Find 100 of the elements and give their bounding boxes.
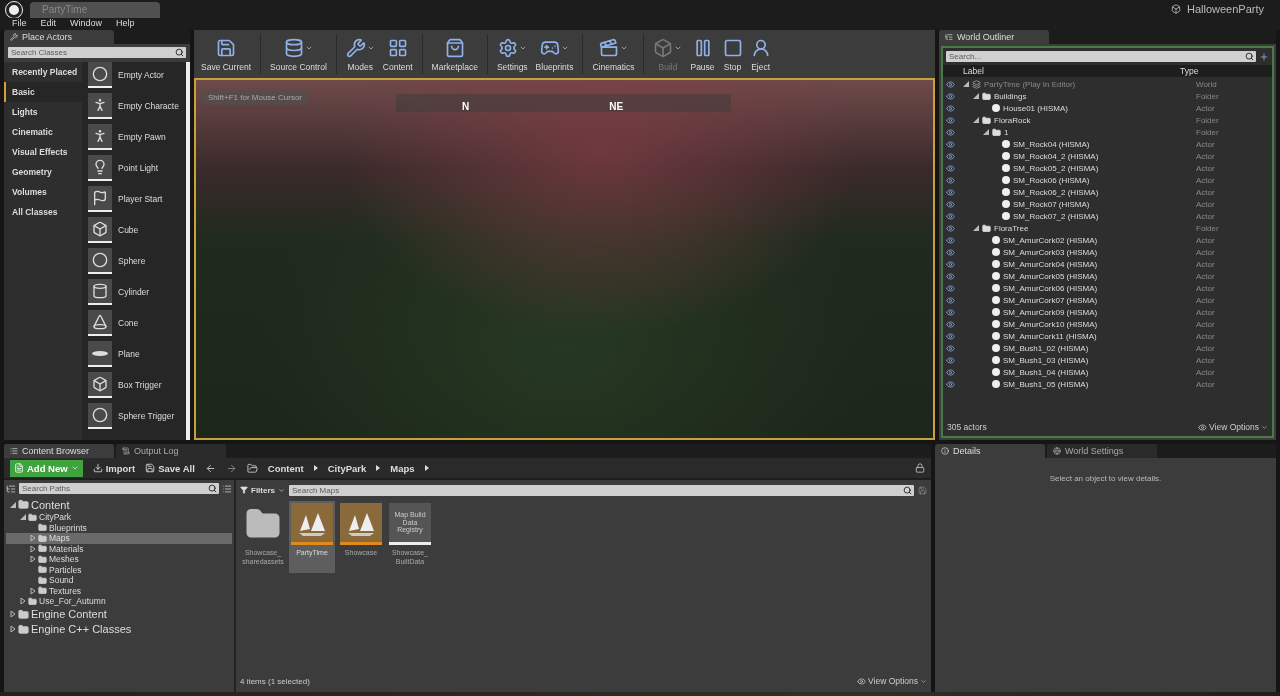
expand-arrow-icon[interactable]	[973, 117, 979, 123]
panel-tab[interactable]: World Outliner	[939, 30, 1049, 44]
import-button[interactable]: Import	[92, 462, 136, 474]
expand-arrow-icon[interactable]	[30, 587, 36, 594]
actor-label[interactable]: Empty Actor	[118, 70, 164, 80]
eye-icon[interactable]	[946, 247, 955, 257]
back-icon[interactable]	[204, 462, 216, 474]
outliner-label[interactable]: SM_Rock04_2 (HISMA)	[1013, 151, 1099, 161]
search-field[interactable]: Search Maps	[289, 484, 914, 496]
outliner-label[interactable]: FloraTree	[994, 223, 1029, 233]
expand-arrow-icon[interactable]	[963, 81, 969, 87]
expand-arrow-icon[interactable]	[983, 129, 989, 135]
eye-icon[interactable]	[946, 307, 955, 317]
path-row[interactable]: Content	[6, 497, 232, 512]
lock-icon[interactable]	[915, 463, 925, 473]
category-tab[interactable]: Basic	[4, 82, 82, 102]
eye-icon[interactable]	[946, 379, 955, 389]
eye-icon[interactable]	[946, 367, 955, 377]
eye-icon[interactable]	[946, 211, 955, 221]
view-options-button[interactable]: View Options	[1198, 422, 1268, 432]
toolbar-button[interactable]: Blueprints	[532, 34, 577, 74]
expand-arrow-icon[interactable]	[20, 514, 26, 521]
eye-icon[interactable]	[946, 319, 955, 329]
category-tab[interactable]: Cinematic	[4, 122, 82, 142]
actor-label[interactable]: Player Start	[118, 194, 163, 204]
actor-thumbnail[interactable]	[88, 155, 112, 181]
outliner-label[interactable]: SM_Rock07 (HISMA)	[1013, 199, 1090, 209]
column-header[interactable]: Label	[963, 66, 984, 76]
toolbar-button[interactable]: Modes	[342, 34, 378, 74]
toolbar-button[interactable]: Settings	[493, 34, 531, 74]
path-row[interactable]: Use_For_Autumn	[6, 596, 232, 607]
expand-arrow-icon[interactable]	[973, 225, 979, 231]
outliner-label[interactable]: House01 (HISMA)	[1003, 103, 1068, 113]
outliner-label[interactable]: SM_AmurCork02 (HISMA)	[1003, 235, 1098, 245]
expand-arrow-icon[interactable]	[10, 501, 16, 508]
toolbar-button[interactable]: Stop	[719, 34, 746, 74]
outliner-label[interactable]: SM_Bush1_03 (HISMA)	[1003, 355, 1089, 365]
path-row[interactable]: Engine Content	[6, 606, 232, 622]
toolbar-button[interactable]: Pause	[687, 34, 718, 74]
outliner-label[interactable]: SM_Bush1_02 (HISMA)	[1003, 343, 1089, 353]
category-tab[interactable]: Visual Effects	[4, 142, 82, 162]
path-row[interactable]: Meshes	[6, 554, 232, 565]
view-options-button[interactable]: View Options	[857, 676, 927, 686]
expand-arrow-icon[interactable]	[30, 556, 36, 563]
panel-tab[interactable]: Output Log	[116, 444, 226, 458]
panel-tab[interactable]: World Settings	[1047, 444, 1157, 458]
eye-icon[interactable]	[946, 259, 955, 269]
eye-icon[interactable]	[946, 271, 955, 281]
column-header[interactable]: Type	[1180, 66, 1256, 76]
menu-item[interactable]: Help	[116, 18, 135, 30]
breadcrumb-link[interactable]: Content	[267, 462, 304, 474]
eye-icon[interactable]	[946, 127, 955, 137]
actor-label[interactable]: Empty Pawn	[118, 132, 166, 142]
outliner-label[interactable]: SM_AmurCork10 (HISMA)	[1003, 319, 1098, 329]
eye-icon[interactable]	[946, 283, 955, 293]
search-field[interactable]: Search Paths	[19, 483, 219, 494]
eye-icon[interactable]	[946, 343, 955, 353]
panel-tab[interactable]: Place Actors	[4, 30, 114, 44]
path-row[interactable]: Materials	[6, 543, 232, 554]
eye-icon[interactable]	[946, 223, 955, 233]
outliner-label[interactable]: Buildings	[994, 91, 1027, 101]
toolbar-button[interactable]: Save Current	[198, 34, 255, 74]
eye-icon[interactable]	[946, 355, 955, 365]
panel-tab[interactable]: Details	[935, 444, 1045, 458]
breadcrumb-link[interactable]: Maps	[390, 462, 415, 474]
actor-thumbnail[interactable]	[88, 124, 112, 150]
path-row[interactable]: Engine C++ Classes	[6, 621, 232, 637]
eye-icon[interactable]	[946, 295, 955, 305]
breadcrumb-link[interactable]: CityPark	[327, 462, 367, 474]
actor-thumbnail[interactable]	[88, 403, 112, 429]
actor-thumbnail[interactable]	[88, 341, 112, 367]
path-row[interactable]: Blueprints	[6, 522, 232, 533]
actor-label[interactable]: Empty Characte	[118, 101, 179, 111]
menu-item[interactable]: File	[12, 18, 27, 30]
actor-thumbnail[interactable]	[88, 93, 112, 119]
outliner-label[interactable]: 1	[1004, 127, 1009, 137]
category-tab[interactable]: Lights	[4, 102, 82, 122]
save-icon[interactable]	[918, 485, 927, 495]
actor-label[interactable]: Cylinder	[118, 287, 150, 297]
toolbar-button[interactable]: Cinematics	[589, 34, 638, 74]
actor-label[interactable]: Plane	[118, 349, 140, 359]
outliner-label[interactable]: SM_Bush1_05 (HISMA)	[1003, 379, 1089, 389]
actor-label[interactable]: Sphere Trigger	[118, 411, 175, 421]
outliner-label[interactable]: SM_AmurCork03 (HISMA)	[1003, 247, 1098, 257]
eye-icon[interactable]	[946, 199, 955, 209]
actor-thumbnail[interactable]	[88, 62, 112, 88]
outliner-label[interactable]: SM_AmurCork09 (HISMA)	[1003, 307, 1098, 317]
eye-icon[interactable]	[946, 187, 955, 197]
search-field[interactable]: Search Classes	[8, 47, 186, 58]
expand-arrow-icon[interactable]	[30, 545, 36, 552]
list-icon[interactable]	[222, 483, 232, 494]
actor-label[interactable]: Point Light	[118, 163, 159, 173]
eye-icon[interactable]	[946, 331, 955, 341]
outliner-label[interactable]: SM_AmurCork11 (HISMA)	[1003, 331, 1097, 341]
outliner-label[interactable]: SM_Rock04 (HISMA)	[1013, 139, 1090, 149]
category-tab[interactable]: All Classes	[4, 202, 82, 222]
outliner-label[interactable]: SM_AmurCork05 (HISMA)	[1003, 271, 1098, 281]
eye-icon[interactable]	[946, 151, 955, 161]
actor-thumbnail[interactable]	[88, 279, 112, 305]
category-tab[interactable]: Volumes	[4, 182, 82, 202]
